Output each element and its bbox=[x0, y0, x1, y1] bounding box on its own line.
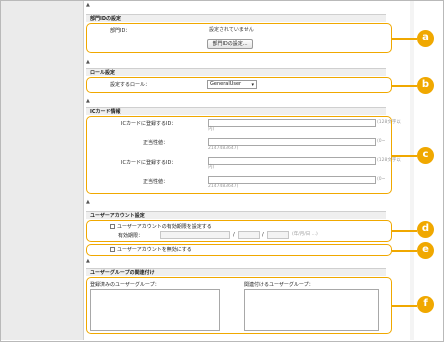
callout-line-d bbox=[392, 230, 417, 232]
disable-account-label: ユーザーアカウントを無効にする bbox=[117, 247, 192, 253]
ic-card-id-hint-2b: 内) bbox=[208, 165, 215, 170]
callout-line-a bbox=[392, 38, 417, 40]
dept-id-label: 部門ID： bbox=[110, 28, 131, 34]
role-label: 設定するロール： bbox=[110, 82, 151, 88]
callout-line-f bbox=[392, 305, 417, 307]
date-separator-1: / bbox=[233, 232, 235, 238]
callout-line-e bbox=[392, 250, 417, 252]
section-toggle-icon[interactable]: ▲ bbox=[86, 60, 90, 65]
account-section-header: ユーザーアカウント設定 bbox=[86, 211, 386, 219]
expiry-year-input[interactable] bbox=[160, 231, 230, 239]
callout-badge-a: a bbox=[417, 30, 434, 47]
validity-input-1[interactable] bbox=[208, 138, 376, 146]
associate-groups-label: 関連付けるユーザーグループ： bbox=[244, 282, 314, 288]
date-format-hint: (年/月/日 ...) bbox=[292, 232, 318, 237]
ic-card-id-input-2[interactable] bbox=[208, 157, 376, 165]
expiry-month-input[interactable] bbox=[238, 231, 260, 239]
role-select-value: GeneralUser bbox=[210, 81, 242, 87]
ic-card-id-hint-1b: 内) bbox=[208, 127, 215, 132]
ic-card-id-hint-2a: (128文字以 bbox=[377, 158, 401, 163]
section-toggle-icon[interactable]: ▲ bbox=[86, 200, 90, 205]
validity-hint-1b: 2147483647) bbox=[208, 146, 239, 151]
section-toggle-icon[interactable]: ▲ bbox=[86, 259, 90, 264]
ic-card-id-input-1[interactable] bbox=[208, 119, 376, 127]
scrollbar[interactable] bbox=[410, 1, 414, 340]
callout-badge-d: d bbox=[417, 221, 434, 238]
callout-line-b bbox=[392, 85, 417, 87]
dept-id-value: 設定されていません bbox=[209, 27, 254, 33]
role-select[interactable]: GeneralUser ▾ bbox=[207, 80, 257, 89]
validity-hint-2a: (0~ bbox=[377, 177, 386, 182]
validity-hint-1a: (0~ bbox=[377, 139, 386, 144]
validity-input-2[interactable] bbox=[208, 176, 376, 184]
disable-account-checkbox[interactable] bbox=[110, 247, 115, 252]
section-toggle-icon[interactable]: ▲ bbox=[86, 99, 90, 104]
registered-groups-list[interactable] bbox=[90, 289, 220, 331]
associate-groups-list[interactable] bbox=[244, 289, 379, 331]
ic-section-header: ICカード情報 bbox=[86, 107, 386, 115]
ic-card-id-hint-1a: (128文字以 bbox=[377, 120, 401, 125]
dept-section-header: 部門IDの設定 bbox=[86, 14, 386, 22]
ic-card-id-label-1: ICカードに登録するID： bbox=[121, 121, 177, 127]
section-toggle-icon[interactable]: ▲ bbox=[86, 3, 90, 8]
callout-line-c bbox=[392, 155, 417, 157]
left-sidebar bbox=[1, 1, 84, 340]
expiry-checkbox[interactable] bbox=[110, 224, 115, 229]
validity-label-1: 正当性値： bbox=[143, 140, 169, 146]
ic-card-id-label-2: ICカードに登録するID： bbox=[121, 160, 177, 166]
validity-label-2: 正当性値： bbox=[143, 179, 169, 185]
role-section-header: ロール設定 bbox=[86, 68, 386, 76]
callout-badge-f: f bbox=[417, 296, 434, 313]
chevron-down-icon: ▾ bbox=[251, 82, 254, 88]
expiry-checkbox-label: ユーザーアカウントの有効期限を設定する bbox=[117, 224, 212, 230]
callout-badge-e: e bbox=[417, 242, 434, 259]
date-separator-2: / bbox=[262, 232, 264, 238]
expiry-day-input[interactable] bbox=[267, 231, 289, 239]
registered-groups-label: 登録済みのユーザーグループ： bbox=[90, 282, 160, 288]
dept-id-settings-button[interactable]: 部門IDの設定... bbox=[207, 39, 253, 49]
callout-badge-c: c bbox=[417, 147, 434, 164]
validity-hint-2b: 2147483647) bbox=[208, 184, 239, 189]
expiry-date-label: 有効期限： bbox=[118, 233, 144, 239]
callout-badge-b: b bbox=[417, 77, 434, 94]
groups-section-header: ユーザーグループの関連付け bbox=[86, 268, 386, 276]
